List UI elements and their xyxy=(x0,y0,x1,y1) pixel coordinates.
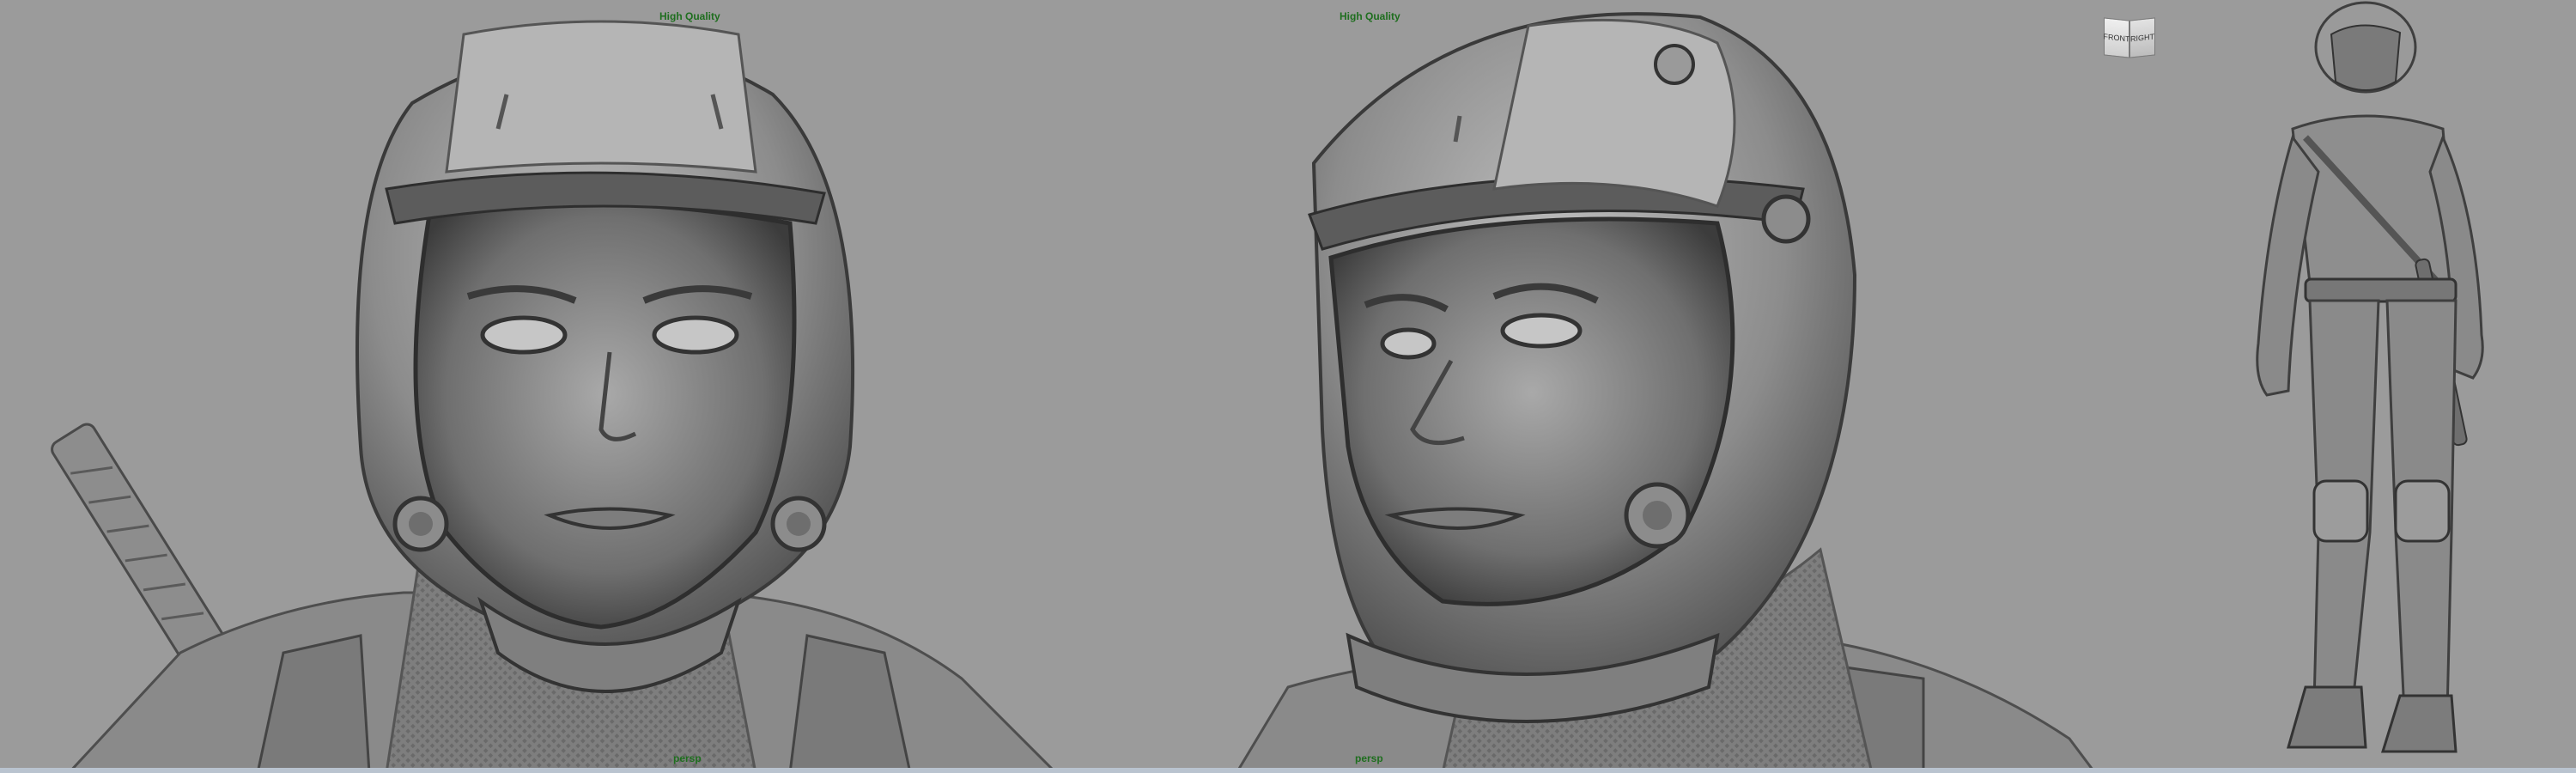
crown-plate xyxy=(445,20,757,173)
left-boot xyxy=(2287,685,2367,749)
left-eye xyxy=(1380,327,1437,360)
belt xyxy=(2304,277,2458,303)
view-cube-front-face[interactable]: FRONT xyxy=(2104,17,2130,58)
quality-label-front: High Quality xyxy=(659,10,720,22)
right-eye xyxy=(1500,313,1583,349)
full-body-render xyxy=(2256,1,2484,753)
crown-plate xyxy=(1492,18,1736,208)
view-cube[interactable]: FRONT RIGHT xyxy=(2104,17,2155,60)
right-boot xyxy=(2380,694,2458,753)
front-render xyxy=(51,20,1059,773)
right-eye xyxy=(652,315,739,355)
viewport-full-body[interactable] xyxy=(2095,0,2576,773)
temple-bolt xyxy=(1761,194,1811,244)
quality-label-perspective: High Quality xyxy=(1340,10,1400,22)
viewport-perspective[interactable]: High Quality persp xyxy=(1236,0,2095,773)
left-eye xyxy=(480,315,568,355)
view-cube-right-face[interactable]: RIGHT xyxy=(2129,17,2155,58)
perspective-render xyxy=(1236,12,2095,773)
viewport-front[interactable]: High Quality persp xyxy=(0,0,1236,773)
viewport-bottom-bar xyxy=(0,768,2576,773)
camera-label-front: persp xyxy=(673,752,702,764)
camera-label-perspective: persp xyxy=(1355,752,1383,764)
